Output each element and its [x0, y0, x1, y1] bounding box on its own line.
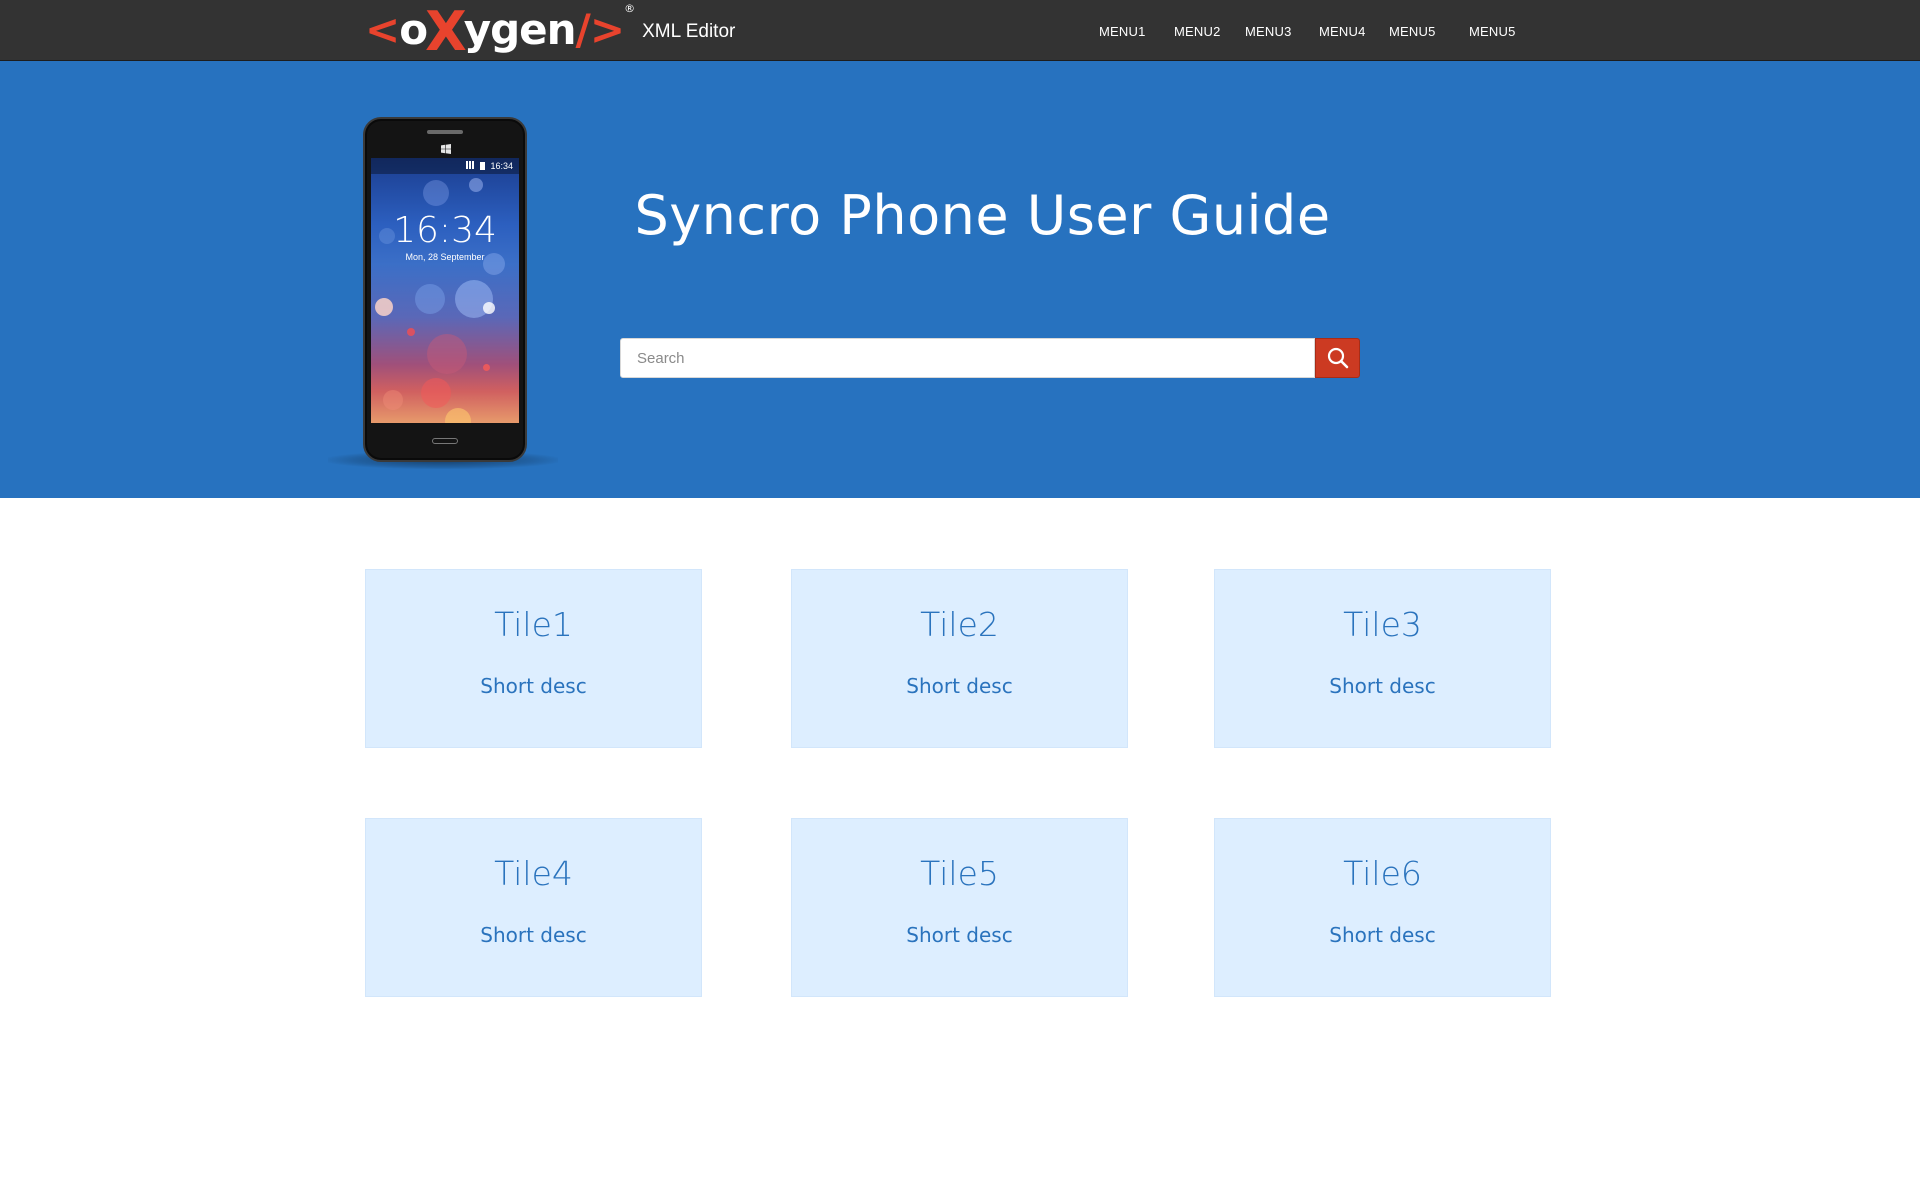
logo-ygen: ygen — [463, 5, 577, 54]
tile-title: Tile1 — [494, 605, 573, 644]
phone-lock-date: Mon, 28 September — [405, 252, 485, 262]
tile-title: Tile6 — [1343, 854, 1422, 893]
tile-desc: Short desc — [480, 674, 587, 698]
search-input[interactable] — [620, 338, 1315, 378]
tile-title: Tile2 — [920, 605, 999, 644]
phone-status-time: 16:34 — [490, 161, 513, 171]
oxygen-logo: < o X ygen /> ® — [365, 0, 635, 63]
logo-close-bracket: /> — [575, 5, 626, 54]
search-icon — [1327, 347, 1348, 369]
search-form — [620, 338, 1360, 378]
phone-home-button — [432, 438, 458, 444]
tile-6[interactable]: Tile6 Short desc — [1214, 818, 1551, 997]
windows-logo-icon — [441, 144, 451, 154]
tile-desc: Short desc — [480, 923, 587, 947]
tile-desc: Short desc — [906, 923, 1013, 947]
logo-open-bracket: < — [365, 5, 400, 54]
menu-item-2[interactable]: MENU2 — [1174, 24, 1221, 39]
registered-mark: ® — [624, 2, 635, 15]
tile-desc: Short desc — [1329, 923, 1436, 947]
top-navigation-bar: < o X ygen /> ® XML Editor MENU1 MENU2 M… — [0, 0, 1920, 61]
tile-title: Tile5 — [920, 854, 999, 893]
menu-item-1[interactable]: MENU1 — [1099, 24, 1146, 39]
tile-4[interactable]: Tile4 Short desc — [365, 818, 702, 997]
search-button[interactable] — [1315, 338, 1360, 378]
phone-status-bar: 16:34 — [371, 158, 519, 174]
logo-tagline: XML Editor — [642, 21, 736, 42]
page-title: Syncro Phone User Guide — [634, 184, 1331, 247]
tile-desc: Short desc — [1329, 674, 1436, 698]
phone-speaker — [427, 130, 463, 134]
menu-item-5[interactable]: MENU5 — [1389, 24, 1436, 39]
tile-title: Tile3 — [1343, 605, 1422, 644]
tile-5[interactable]: Tile5 Short desc — [791, 818, 1128, 997]
oxygen-logo-link[interactable]: < o X ygen /> ® XML Editor — [365, 0, 736, 63]
tile-title: Tile4 — [494, 854, 573, 893]
tile-3[interactable]: Tile3 Short desc — [1214, 569, 1551, 748]
battery-icon — [480, 162, 486, 170]
menu-item-6[interactable]: MENU5 — [1469, 24, 1516, 39]
logo-o: o — [399, 5, 428, 54]
menu-item-4[interactable]: MENU4 — [1319, 24, 1366, 39]
tile-2[interactable]: Tile2 Short desc — [791, 569, 1128, 748]
phone-lock-time: 16:34 — [393, 210, 497, 251]
phone-illustration: 16:34 16:34 Mon, 28 September — [363, 117, 527, 462]
logo-x: X — [425, 0, 467, 63]
phone-screen: 16:34 16:34 Mon, 28 September — [371, 158, 519, 423]
signal-icon — [466, 161, 477, 169]
tile-1[interactable]: Tile1 Short desc — [365, 569, 702, 748]
hero-banner: 16:34 16:34 Mon, 28 September Syncro Pho… — [0, 61, 1920, 498]
menu-item-3[interactable]: MENU3 — [1245, 24, 1292, 39]
tile-desc: Short desc — [906, 674, 1013, 698]
